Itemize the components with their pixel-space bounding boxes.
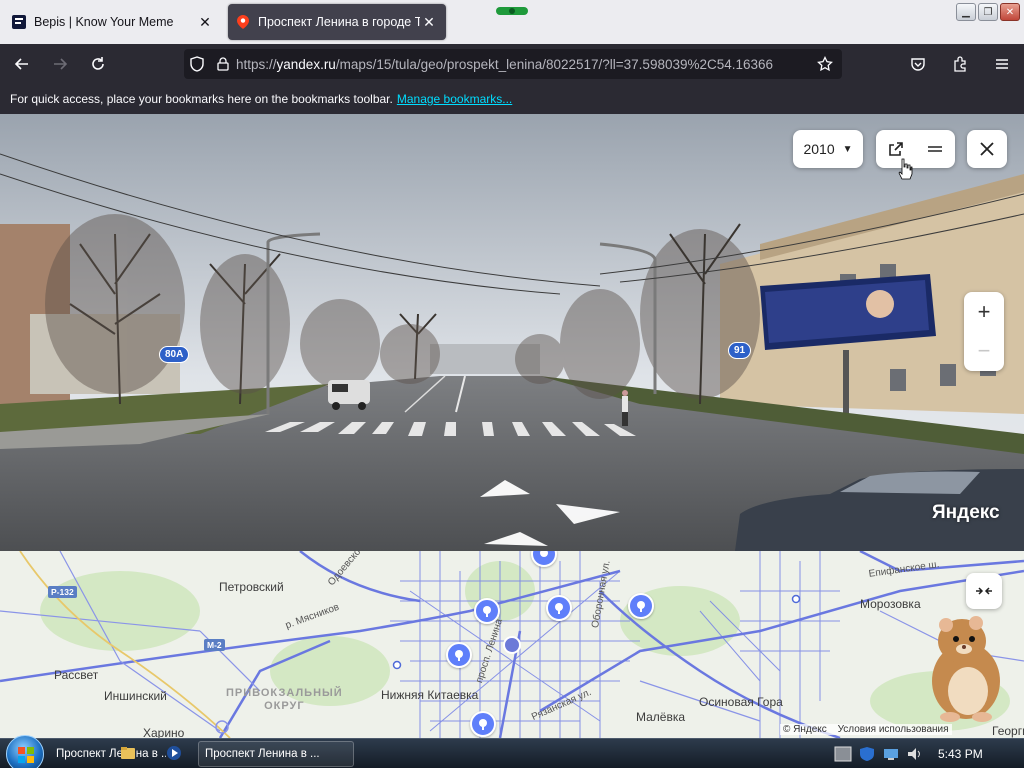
pocket-icon [911,58,925,71]
road-shield: Р-132 [48,586,77,598]
map-label: Морозовка [860,597,921,611]
windows-logo-icon [18,747,34,763]
lock-icon[interactable] [210,49,236,79]
road-shield: М-2 [204,639,225,651]
map-label: Осиновая Гора [699,695,783,709]
sharing-indicator-icon [496,7,528,15]
hamster-sticker-icon [932,616,1000,722]
taskbar-item-label: Проспект Ленина в ... [56,748,166,760]
url-host: yandex.ru [276,56,336,72]
security-shield-icon[interactable] [858,746,876,762]
hamburger-icon [996,59,1008,69]
tab-strip: Bepis | Know Your Meme ✕ Проспект Ленина… [0,0,1024,44]
tab-title: Bepis | Know Your Meme [34,15,174,29]
map-label: Нижняя Китаевка [381,688,479,702]
mini-map[interactable]: Петровский Рассвет Иншинский Харино ПРИВ… [0,551,1024,738]
panorama-tools [876,130,955,168]
bookmarks-toolbar: For quick access, place your bookmarks h… [0,84,1024,114]
reload-button[interactable] [82,48,114,80]
taskbar: Проспект Ленина в ... Проспект Ленина в … [0,735,1024,768]
forward-arrow-icon [54,58,68,70]
taskbar-item-firefox[interactable]: Проспект Ленина в ... [56,741,166,767]
window-controls: ▁ ❐ ✕ [956,3,1020,21]
clock[interactable]: 5:43 PM [938,747,983,761]
network-icon[interactable] [882,746,900,762]
close-icon [980,142,994,156]
zoom-out-button[interactable]: − [964,331,1004,370]
mouse-cursor-icon [898,158,913,180]
navigation-bar: https://yandex.ru/maps/15/tula/geo/prosp… [0,44,1024,84]
map-label: Иншинский [104,689,167,703]
minimize-button[interactable]: ▁ [956,3,976,21]
close-tab-icon[interactable]: ✕ [196,13,214,31]
poi-marker-icon[interactable] [546,595,572,621]
map-label: Петровский [219,580,284,594]
bookmark-star-icon[interactable] [812,49,838,79]
year-selector[interactable]: 2010 ▼ [793,130,863,168]
copyright-text: © Яндекс [783,724,827,735]
folder-icon[interactable] [120,745,136,761]
media-player-icon[interactable] [166,745,182,761]
tab-title: Проспект Ленина в городе Ту [258,15,420,29]
district-label: ПРИВОКЗАЛЬНЫЙ ОКРУГ [226,687,343,712]
yandex-logo: Яндекс [932,502,1000,523]
tab-knowyourmeme[interactable]: Bepis | Know Your Meme ✕ [4,4,222,40]
zoom-controls: + − [964,292,1004,371]
map-attribution: © Яндекс Условия использования [780,724,952,735]
map-label: Рассвет [54,668,99,682]
dropdown-arrow-icon: ▼ [842,143,853,155]
window-close-button[interactable]: ✕ [1000,3,1020,21]
close-panorama-button[interactable] [967,130,1007,168]
close-tab-icon[interactable]: ✕ [420,13,438,31]
map-pin-icon [236,15,250,29]
poi-marker-icon[interactable] [628,593,654,619]
url-text[interactable]: https://yandex.ru/maps/15/tula/geo/prosp… [236,57,812,72]
back-button[interactable] [6,48,38,80]
menu-lines-icon [928,146,942,152]
external-link-icon [889,142,903,156]
reload-icon [92,57,104,70]
pocket-button[interactable] [902,48,934,80]
collapse-arrows-icon [976,587,992,595]
street-panorama[interactable]: 80A 91 2010 ▼ + − Яндекс [0,114,1024,551]
terms-link[interactable]: Условия использования [838,724,949,735]
taskbar-item-label: Проспект Ленина в ... [205,748,320,760]
poi-marker-icon[interactable] [470,711,496,737]
screen: Bepis | Know Your Meme ✕ Проспект Ленина… [0,0,1024,768]
collapse-map-button[interactable] [966,573,1002,609]
panorama-scene[interactable] [0,114,1024,551]
poi-marker-icon[interactable] [446,642,472,668]
route-badge[interactable]: 91 [728,342,752,359]
menu-button[interactable] [986,48,1018,80]
tab-yandex-maps[interactable]: Проспект Ленина в городе Ту ✕ [228,4,446,40]
volume-icon[interactable] [906,746,924,762]
route-badge[interactable]: 80A [159,346,190,363]
forward-button[interactable] [44,48,76,80]
map-label: Харино [143,726,185,738]
map-label: Малёвка [636,710,686,724]
url-path: /maps/15/tula/geo/prospekt_lenina/802251… [335,56,774,72]
map-label: Георги [992,724,1024,738]
address-bar[interactable]: https://yandex.ru/maps/15/tula/geo/prosp… [184,49,842,79]
zoom-in-button[interactable]: + [964,292,1004,331]
system-tray: 5:43 PM [834,739,1024,768]
bookmarks-hint: For quick access, place your bookmarks h… [10,92,393,106]
toolbar-right [896,48,1018,80]
restore-button[interactable]: ❐ [978,3,998,21]
panorama-menu-button[interactable] [916,130,955,168]
back-arrow-icon [14,58,28,70]
url-scheme: https:// [236,56,277,72]
shield-icon[interactable] [184,49,210,79]
knowyourmeme-icon [12,15,26,29]
extensions-button[interactable] [944,48,976,80]
year-value: 2010 [803,141,835,157]
taskbar-item-active[interactable]: Проспект Ленина в ... [198,741,354,767]
puzzle-icon [954,56,966,72]
screen-capture-icon[interactable] [834,746,852,762]
manage-bookmarks-link[interactable]: Manage bookmarks... [397,92,512,106]
start-button[interactable] [6,735,44,768]
